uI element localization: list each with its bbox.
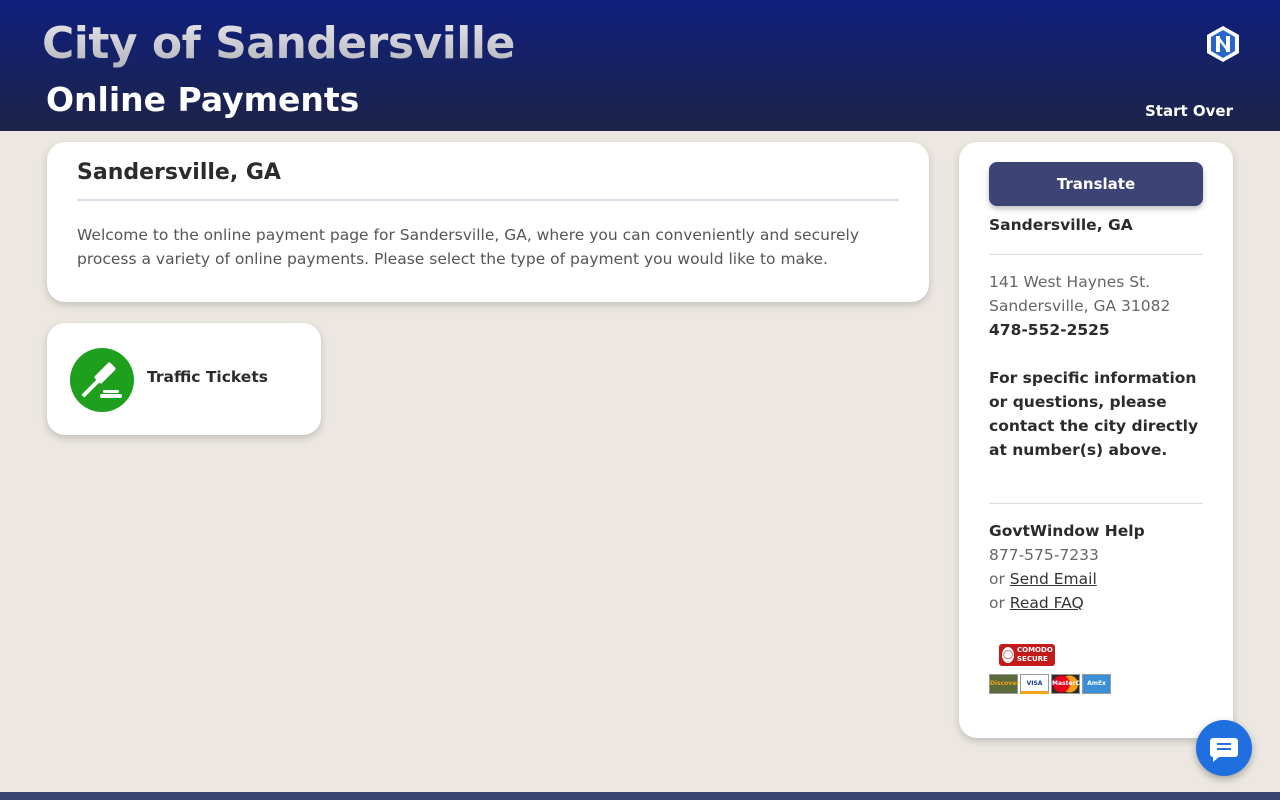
lock-icon: ◯ [1002,647,1014,663]
start-over-link[interactable]: Start Over [1145,102,1233,120]
footer-bar [0,792,1280,800]
send-email-row: or Send Email [989,567,1209,591]
tile-label: Traffic Tickets [147,368,268,386]
city-title: City of Sandersville [42,18,515,69]
govtwindow-logo-icon[interactable] [1204,24,1242,64]
visa-card-icon: VISA [1020,674,1049,694]
security-badges: ◯ COMODO SECURE Discover VISA MasterCard… [989,644,1119,696]
accepted-cards: Discover VISA MasterCard AmEx [989,674,1113,696]
gavel-icon [70,348,134,412]
divider [77,199,899,201]
help-title: GovtWindow Help [989,522,1145,540]
mastercard-card-icon: MasterCard [1051,674,1091,694]
secure-text: SECURE [1017,655,1048,663]
welcome-text: Welcome to the online payment page for S… [77,226,859,268]
send-email-link[interactable]: Send Email [1010,570,1097,588]
site-header: City of Sandersville Online Payments Sta… [0,0,1280,131]
or-text: or [989,594,1005,612]
payment-tile-traffic-tickets[interactable]: Traffic Tickets [47,323,321,435]
help-phone: 877-575-7233 [989,546,1099,564]
page-title: Online Payments [46,80,360,119]
comodo-secure-badge[interactable]: ◯ COMODO SECURE [999,644,1055,666]
divider [989,503,1203,504]
amex-card-icon: AmEx [1082,674,1111,694]
or-text: or [989,570,1005,588]
sidebar-city-name: Sandersville, GA [989,216,1133,234]
sidebar-card: Translate Sandersville, GA 141 West Hayn… [959,142,1233,738]
read-faq-link[interactable]: Read FAQ [1010,594,1084,612]
read-faq-row: or Read FAQ [989,591,1209,615]
city-phone: 478-552-2525 [989,321,1110,339]
welcome-card: Sandersville, GA Welcome to the online p… [47,142,929,302]
divider [989,254,1203,255]
comodo-text: COMODO [1017,646,1053,654]
chat-button[interactable] [1196,720,1252,776]
contact-note: For specific information or questions, p… [989,369,1199,459]
welcome-heading: Sandersville, GA [77,160,281,185]
address-line-1: 141 West Haynes St. [989,273,1151,291]
translate-button[interactable]: Translate [989,162,1203,206]
address-line-2: Sandersville, GA 31082 [989,297,1171,315]
chat-bubble-icon [1210,738,1238,762]
discover-card-icon: Discover [989,674,1019,694]
